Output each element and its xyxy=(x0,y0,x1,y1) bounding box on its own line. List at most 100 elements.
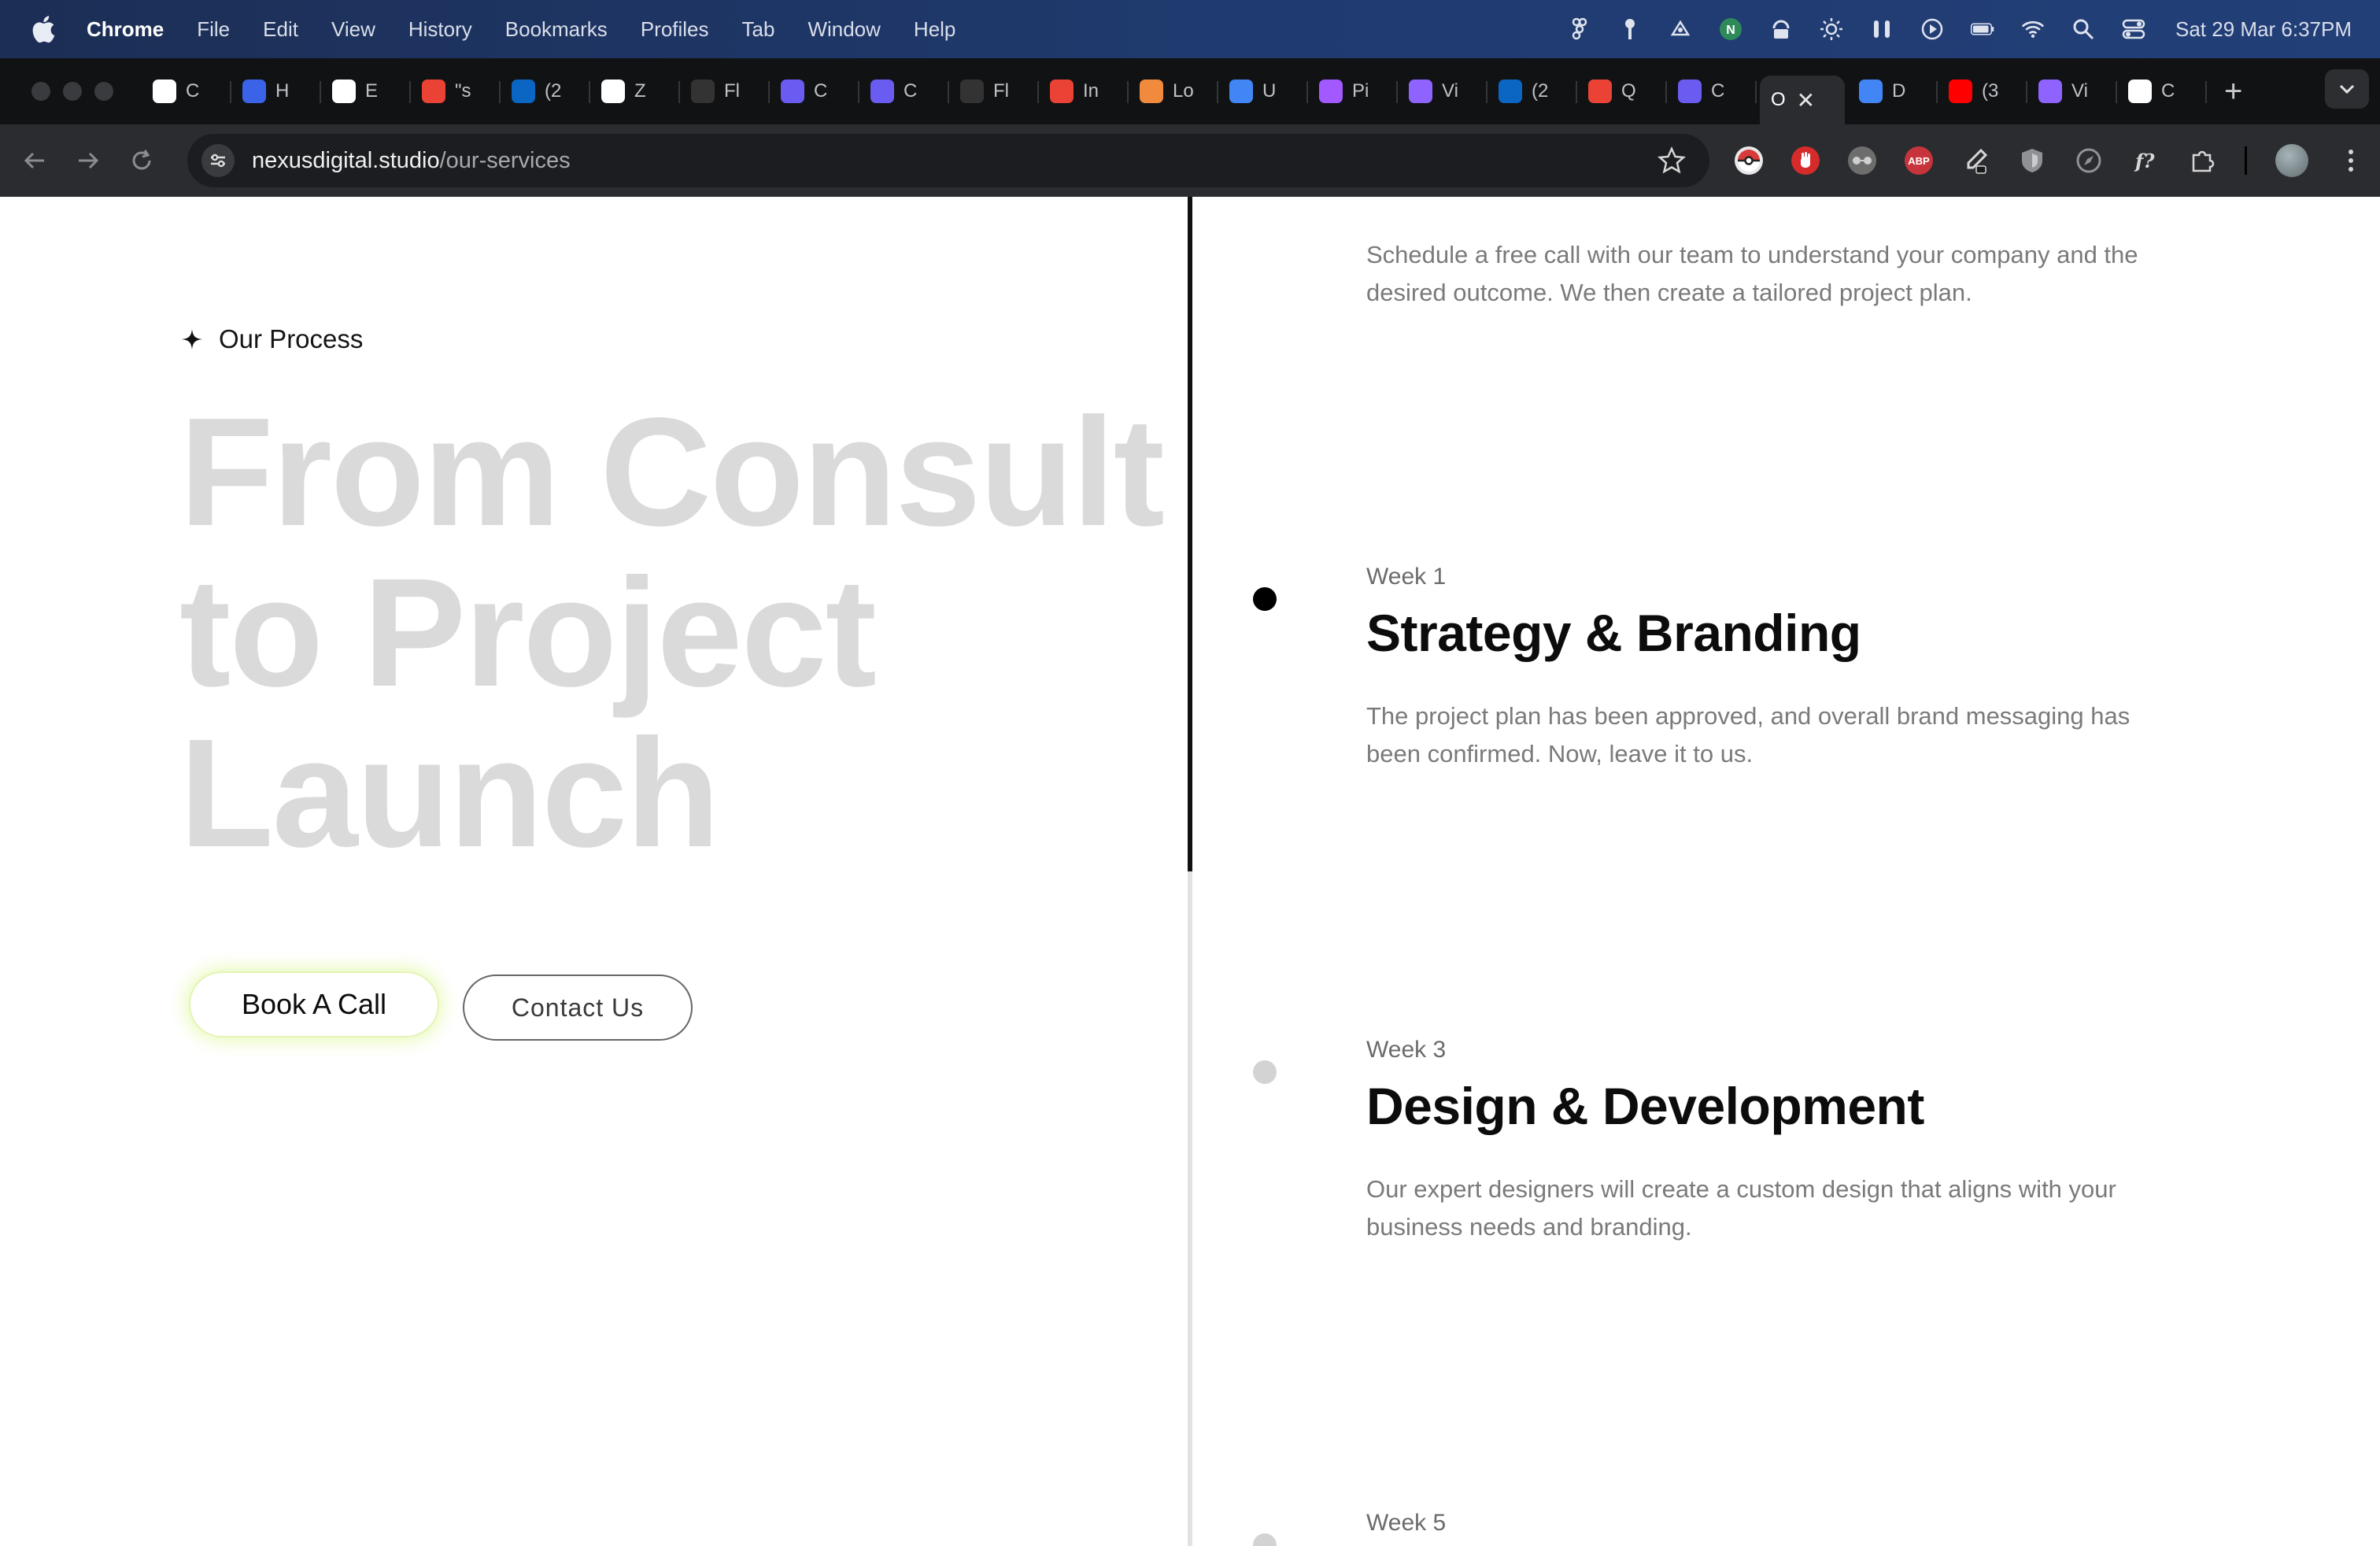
vite-icon xyxy=(1409,80,1432,103)
cast-icon[interactable] xyxy=(1669,17,1692,41)
site-info-icon[interactable] xyxy=(201,144,235,177)
play-icon[interactable] xyxy=(1920,17,1944,41)
shield-extension-icon[interactable] xyxy=(2018,146,2046,175)
c-icon xyxy=(781,80,804,103)
menu-bookmarks[interactable]: Bookmarks xyxy=(505,17,608,42)
eyedropper-extension-icon[interactable] xyxy=(1961,146,1990,175)
menu-view[interactable]: View xyxy=(331,17,375,42)
step-week: Week 1 xyxy=(1366,564,1447,590)
tab-2[interactable]: E xyxy=(321,68,411,114)
battery-icon[interactable] xyxy=(1971,17,1994,41)
tab-11[interactable]: Lo xyxy=(1129,68,1218,114)
close-tab-icon[interactable]: ✕ xyxy=(1797,87,1815,113)
tab-7[interactable]: C xyxy=(770,68,859,114)
kebab-menu-icon[interactable] xyxy=(2337,146,2365,175)
browser-toolbar: nexusdigital.studio/our-services ABP f? xyxy=(0,124,2380,197)
brightness-icon[interactable] xyxy=(1820,17,1843,41)
menu-profiles[interactable]: Profiles xyxy=(641,17,709,42)
menu-edit[interactable]: Edit xyxy=(263,17,298,42)
bookmark-star-icon[interactable] xyxy=(1658,146,1686,175)
compass-extension-icon[interactable] xyxy=(2075,146,2103,175)
menu-file[interactable]: File xyxy=(197,17,230,42)
tab-9[interactable]: Fl xyxy=(949,68,1039,114)
control-center-icon[interactable] xyxy=(2122,17,2145,41)
step-week-5: Week 5 xyxy=(1366,1510,2153,1537)
tab-0[interactable]: C xyxy=(142,68,231,114)
tab-label: In xyxy=(1083,80,1099,102)
url-text[interactable]: nexusdigital.studio/our-services xyxy=(252,148,571,174)
new-tab-button[interactable]: + xyxy=(2224,76,2242,107)
pen-icon xyxy=(601,80,625,103)
tab-active[interactable]: O ✕ xyxy=(1760,76,1845,124)
tab-8[interactable]: C xyxy=(859,68,949,114)
adblock-extension-icon[interactable]: ABP xyxy=(1905,146,1933,175)
window-controls xyxy=(31,82,113,101)
airpods-icon[interactable] xyxy=(1870,17,1894,41)
webpage-viewport: Our Process From Consult to Project Laun… xyxy=(0,197,2380,1546)
tab-label: (3 xyxy=(1982,80,1999,102)
hero-line-2: to Project xyxy=(179,546,877,719)
timeline-progress xyxy=(1188,197,1192,871)
c-icon xyxy=(870,80,894,103)
tab-15[interactable]: (2 xyxy=(1488,68,1577,114)
openai-icon xyxy=(2128,80,2152,103)
function-extension-icon[interactable]: f? xyxy=(2131,146,2160,175)
tab-12[interactable]: U xyxy=(1218,68,1308,114)
step-strategy-branding: Week 1 Strategy & Branding The project p… xyxy=(1366,564,2153,773)
apple-menu-icon[interactable] xyxy=(31,15,57,43)
menu-history[interactable]: History xyxy=(408,17,472,42)
tab-list-after: D (3 Vi C xyxy=(1848,68,2207,114)
contact-us-button[interactable]: Contact Us xyxy=(463,975,693,1041)
profile-avatar[interactable] xyxy=(2275,144,2308,177)
back-button[interactable] xyxy=(16,142,54,179)
step-description: Schedule a free call with our team to un… xyxy=(1366,241,2138,306)
tab-label: "s xyxy=(455,80,471,102)
svg-text:N: N xyxy=(1726,24,1735,37)
spotlight-search-icon[interactable] xyxy=(2071,17,2095,41)
glasses-extension-icon[interactable] xyxy=(1848,146,1876,175)
tab-after-0[interactable]: D xyxy=(1848,68,1938,114)
chevron-down-icon xyxy=(2339,84,2355,94)
menu-app-name[interactable]: Chrome xyxy=(87,17,164,42)
tab-after-1[interactable]: (3 xyxy=(1938,68,2027,114)
menubar-clock[interactable]: Sat 29 Mar 6:37PM xyxy=(2175,17,2352,42)
forward-button[interactable] xyxy=(69,142,107,179)
address-bar[interactable]: nexusdigital.studio/our-services xyxy=(187,134,1709,187)
key-icon[interactable] xyxy=(1618,17,1642,41)
tab-label: Z xyxy=(634,80,646,102)
menu-help[interactable]: Help xyxy=(914,17,955,42)
tab-14[interactable]: Vi xyxy=(1398,68,1488,114)
menu-window[interactable]: Window xyxy=(808,17,880,42)
hand-stop-extension-icon[interactable] xyxy=(1791,146,1820,175)
tab-10[interactable]: In xyxy=(1039,68,1129,114)
tab-search-button[interactable] xyxy=(2325,69,2369,109)
tab-label: Vi xyxy=(2071,80,2088,102)
tab-after-2[interactable]: Vi xyxy=(2027,68,2117,114)
tab-16[interactable]: Q xyxy=(1577,68,1667,114)
menu-tab[interactable]: Tab xyxy=(742,17,775,42)
close-window-button[interactable] xyxy=(31,82,50,101)
tab-label: Vi xyxy=(1442,80,1458,102)
figma-status-icon[interactable] xyxy=(1568,17,1591,41)
notion-status-icon[interactable]: N xyxy=(1719,17,1743,41)
wifi-icon[interactable] xyxy=(2021,17,2045,41)
book-a-call-button[interactable]: Book A Call xyxy=(189,971,439,1037)
vpn-icon[interactable] xyxy=(1769,17,1793,41)
zoom-window-button[interactable] xyxy=(94,82,113,101)
tab-4[interactable]: (2 xyxy=(501,68,590,114)
url-host: nexusdigital.studio xyxy=(252,147,440,173)
step-title: Strategy & Branding xyxy=(1366,604,1861,662)
minimize-window-button[interactable] xyxy=(63,82,82,101)
reload-button[interactable] xyxy=(123,142,161,179)
tab-5[interactable]: Z xyxy=(590,68,680,114)
tab-1[interactable]: H xyxy=(231,68,321,114)
tab-6[interactable]: Fl xyxy=(680,68,770,114)
tab-list: C H E "s (2 Z Fl C C Fl In Lo U Pi Vi (2 Q C xyxy=(142,68,1757,114)
c-icon xyxy=(1678,80,1702,103)
tab-after-3[interactable]: C xyxy=(2117,68,2207,114)
tab-17[interactable]: C xyxy=(1667,68,1757,114)
tab-3[interactable]: "s xyxy=(411,68,501,114)
pokeball-extension-icon[interactable] xyxy=(1735,146,1763,175)
tab-13[interactable]: Pi xyxy=(1308,68,1398,114)
puzzle-extensions-icon[interactable] xyxy=(2188,146,2216,175)
